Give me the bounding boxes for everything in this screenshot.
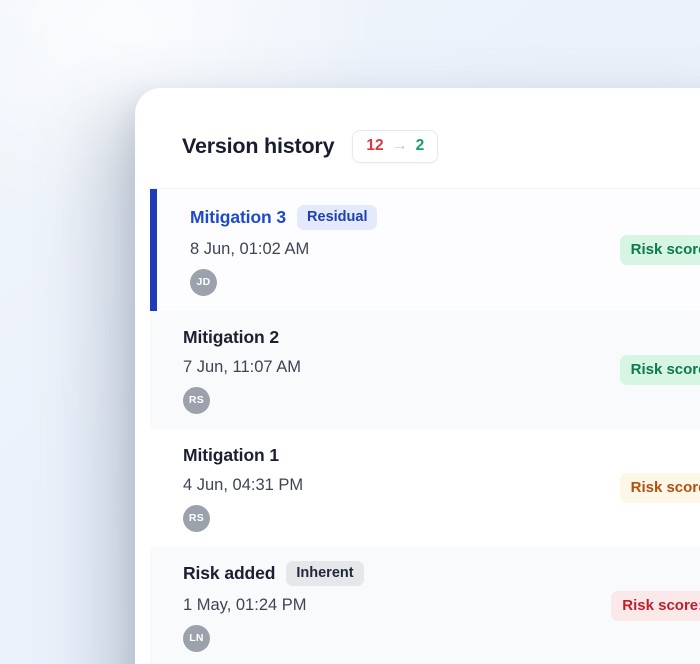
row-content: Mitigation 3 Residual 8 Jun, 01:02 AM JD bbox=[190, 205, 377, 296]
row-date: 1 May, 01:24 PM bbox=[183, 596, 364, 615]
row-date: 7 Jun, 11:07 AM bbox=[183, 358, 301, 377]
page-background: Version history 12 → 2 Mitigation 3 Resi… bbox=[0, 0, 700, 664]
version-row-mitigation-2[interactable]: Mitigation 2 7 Jun, 11:07 AM RS Risk sco… bbox=[150, 311, 700, 429]
inherent-badge: Inherent bbox=[286, 561, 363, 586]
row-content: Mitigation 1 4 Jun, 04:31 PM RS bbox=[183, 445, 303, 532]
row-title: Mitigation 2 bbox=[183, 327, 279, 348]
row-content: Mitigation 2 7 Jun, 11:07 AM RS bbox=[183, 327, 301, 414]
version-row-risk-added[interactable]: Risk added Inherent 1 May, 01:24 PM LN R… bbox=[150, 547, 700, 664]
card-header: Version history 12 → 2 bbox=[135, 88, 700, 188]
risk-score-badge: Risk score: 6 bbox=[620, 473, 700, 503]
avatar: RS bbox=[183, 387, 210, 414]
version-row-mitigation-3[interactable]: Mitigation 3 Residual 8 Jun, 01:02 AM JD… bbox=[150, 188, 700, 311]
avatar: LN bbox=[183, 625, 210, 652]
risk-score-badge: Risk score: 4 bbox=[620, 355, 700, 385]
risk-score-badge: Risk score: 2 bbox=[620, 235, 700, 265]
row-content: Risk added Inherent 1 May, 01:24 PM LN bbox=[183, 561, 364, 652]
version-row-mitigation-1[interactable]: Mitigation 1 4 Jun, 04:31 PM RS Risk sco… bbox=[150, 429, 700, 547]
row-title: Risk added bbox=[183, 563, 275, 584]
avatar: JD bbox=[190, 269, 217, 296]
row-title: Mitigation 3 bbox=[190, 207, 286, 228]
row-date: 4 Jun, 04:31 PM bbox=[183, 476, 303, 495]
selected-indicator-bar bbox=[150, 189, 157, 311]
risk-score-badge: Risk score: 12 bbox=[611, 591, 700, 621]
avatar: RS bbox=[183, 505, 210, 532]
version-history-card: Version history 12 → 2 Mitigation 3 Resi… bbox=[135, 88, 700, 664]
score-change-to: 2 bbox=[416, 137, 425, 155]
residual-badge: Residual bbox=[297, 205, 377, 230]
row-date: 8 Jun, 01:02 AM bbox=[190, 240, 377, 259]
page-title: Version history bbox=[182, 134, 334, 159]
row-title: Mitigation 1 bbox=[183, 445, 279, 466]
score-change-from: 12 bbox=[366, 137, 383, 155]
arrow-right-icon: → bbox=[392, 138, 408, 154]
version-list: Mitigation 3 Residual 8 Jun, 01:02 AM JD… bbox=[150, 188, 700, 664]
score-change-chip: 12 → 2 bbox=[352, 130, 438, 163]
